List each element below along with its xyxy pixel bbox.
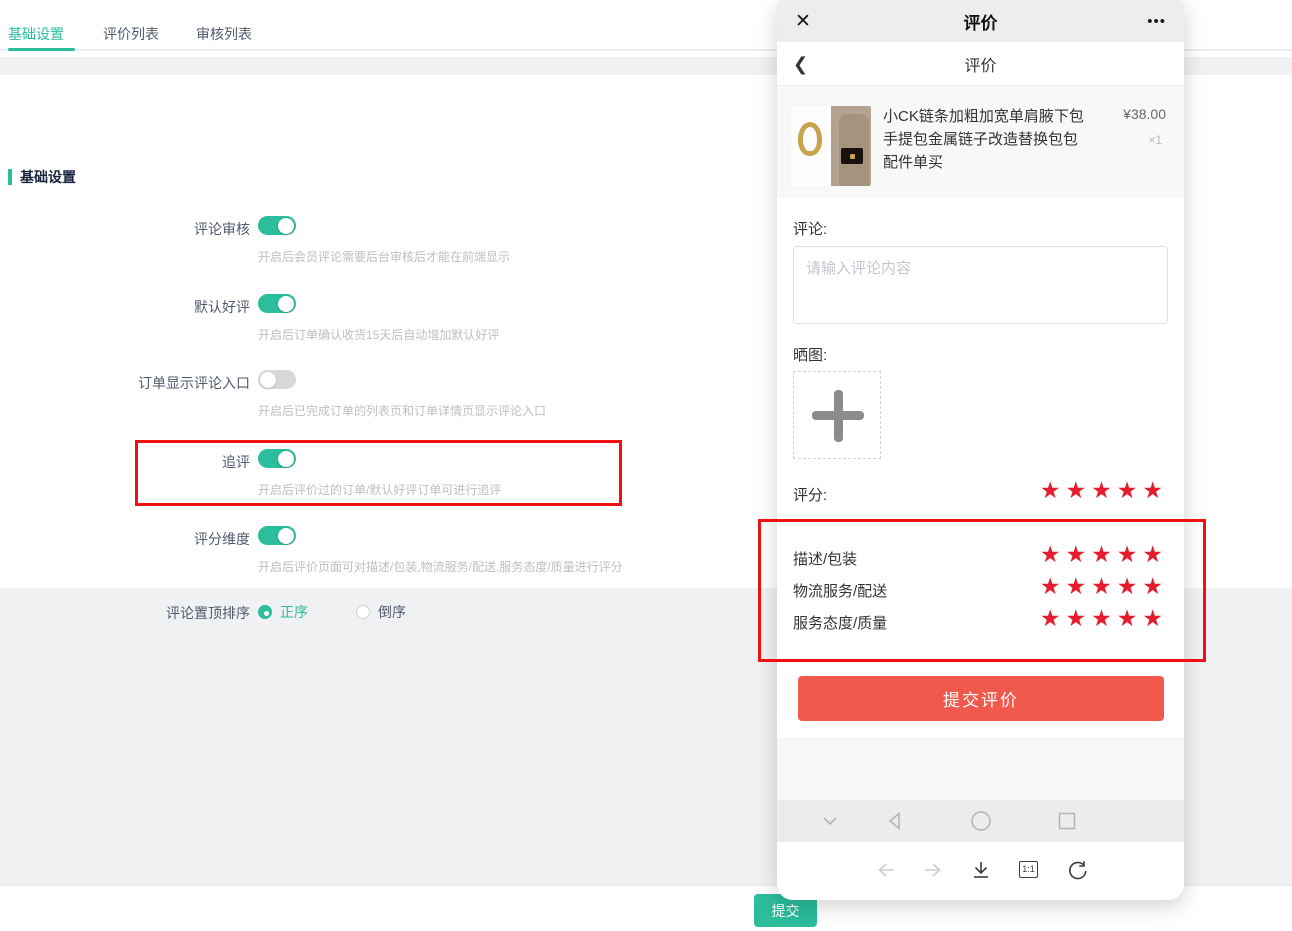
- toggle-default-good-review[interactable]: [258, 294, 296, 313]
- actual-size-icon[interactable]: 1:1: [1019, 861, 1038, 878]
- preview-toolbar: 1:1: [777, 842, 1184, 900]
- mobile-preview-panel: ✕ 评价 ••• ❮ 评价 小CK链条加粗加宽单肩腋下包手提包金属链子改造替换包…: [777, 0, 1184, 900]
- close-icon[interactable]: ✕: [795, 12, 811, 31]
- setting-description: 开启后评价页面可对描述/包装,物流服务/配送,服务态度/质量进行评分: [258, 558, 623, 575]
- product-quantity: ×1: [1148, 133, 1162, 147]
- setting-description: 开启后已完成订单的列表页和订单详情页显示评论入口: [258, 402, 546, 419]
- section-header: 基础设置: [8, 167, 76, 187]
- setting-label: 评论审核: [0, 219, 250, 239]
- setting-description: 开启后会员评论需要后台审核后才能在前端显示: [258, 248, 510, 265]
- product-price: ¥38.00: [1123, 106, 1166, 122]
- plus-icon: [834, 390, 843, 442]
- sort-radio-group: 正序 倒序: [258, 602, 454, 622]
- history-forward-icon[interactable]: [922, 859, 944, 881]
- android-back-icon[interactable]: [884, 810, 906, 832]
- toggle-follow-up-review[interactable]: [258, 449, 296, 468]
- toggle-knob: [278, 218, 294, 234]
- setting-label: 评分维度: [0, 529, 250, 549]
- rating-label: 评分:: [793, 484, 827, 505]
- toggle-knob: [278, 296, 294, 312]
- toggle-order-comment-entry[interactable]: [258, 370, 296, 389]
- wechat-title-bar: ✕ 评价 •••: [777, 0, 1184, 42]
- toggle-knob: [260, 372, 276, 388]
- setting-label: 追评: [0, 452, 250, 472]
- star-rating-service-quality[interactable]: ★★★★★: [1040, 607, 1168, 630]
- radio-descending[interactable]: [356, 605, 370, 619]
- active-tab-underline: [8, 48, 75, 51]
- wechat-page-title: 评价: [777, 9, 1184, 34]
- radio-ascending-label[interactable]: 正序: [280, 602, 308, 622]
- history-back-icon[interactable]: [875, 859, 897, 881]
- setting-label: 默认好评: [0, 297, 250, 317]
- setting-description: 开启后评价过的订单/默认好评订单可进行追评: [258, 481, 501, 498]
- radio-descending-label[interactable]: 倒序: [378, 602, 406, 622]
- star-rating-description-packaging[interactable]: ★★★★★: [1040, 543, 1168, 566]
- collapse-chevron-icon[interactable]: [819, 810, 841, 832]
- photo-upload-button[interactable]: [793, 371, 881, 459]
- android-recents-icon[interactable]: [1056, 810, 1078, 832]
- toggle-knob: [278, 528, 294, 544]
- toggle-knob: [278, 451, 294, 467]
- comment-input[interactable]: [793, 246, 1168, 324]
- product-image-model-side: [831, 106, 871, 186]
- tab-review-list[interactable]: 评价列表: [103, 24, 159, 44]
- gold-chain-graphic: [798, 122, 822, 156]
- refresh-icon[interactable]: [1067, 859, 1089, 881]
- section-title: 基础设置: [20, 167, 76, 187]
- dimension-label-logistics-delivery: 物流服务/配送: [793, 580, 887, 601]
- setting-description: 开启后订单确认收货15天后自动增加默认好评: [258, 326, 499, 343]
- radio-ascending[interactable]: [258, 605, 272, 619]
- dimension-label-description-packaging: 描述/包装: [793, 548, 857, 569]
- star-rating-logistics-delivery[interactable]: ★★★★★: [1040, 575, 1168, 598]
- more-menu-icon[interactable]: •••: [1147, 14, 1166, 29]
- toggle-rating-dimensions[interactable]: [258, 526, 296, 545]
- product-title: 小CK链条加粗加宽单肩腋下包手提包金属链子改造替换包包配件单买: [883, 105, 1087, 174]
- section-accent-bar: [8, 169, 12, 185]
- back-chevron-icon[interactable]: ❮: [793, 55, 808, 73]
- toggle-comment-audit[interactable]: [258, 216, 296, 235]
- download-icon[interactable]: [970, 859, 992, 881]
- comment-label: 评论:: [793, 218, 827, 239]
- product-image-chain-side: [791, 106, 831, 186]
- overall-star-rating[interactable]: ★★★★★: [1040, 479, 1168, 502]
- phone-lower-background: [777, 737, 1184, 800]
- photos-label: 晒图:: [793, 344, 827, 365]
- bag-clasp-graphic: [850, 154, 855, 159]
- setting-label: 订单显示评论入口: [0, 373, 250, 393]
- tab-audit-list[interactable]: 审核列表: [196, 24, 252, 44]
- submit-review-button[interactable]: 提交评价: [798, 676, 1164, 721]
- tab-basic-settings[interactable]: 基础设置: [8, 24, 64, 44]
- setting-label: 评论置顶排序: [0, 603, 250, 623]
- product-card[interactable]: 小CK链条加粗加宽单肩腋下包手提包金属链子改造替换包包配件单买 ¥38.00 ×…: [777, 86, 1184, 198]
- android-home-icon[interactable]: [970, 810, 992, 832]
- product-image: [791, 106, 871, 186]
- android-nav-bar: [777, 800, 1184, 842]
- dimension-label-service-quality: 服务态度/质量: [793, 612, 887, 633]
- app-nav-bar: ❮ 评价: [777, 42, 1184, 86]
- app-page-title: 评价: [777, 52, 1184, 76]
